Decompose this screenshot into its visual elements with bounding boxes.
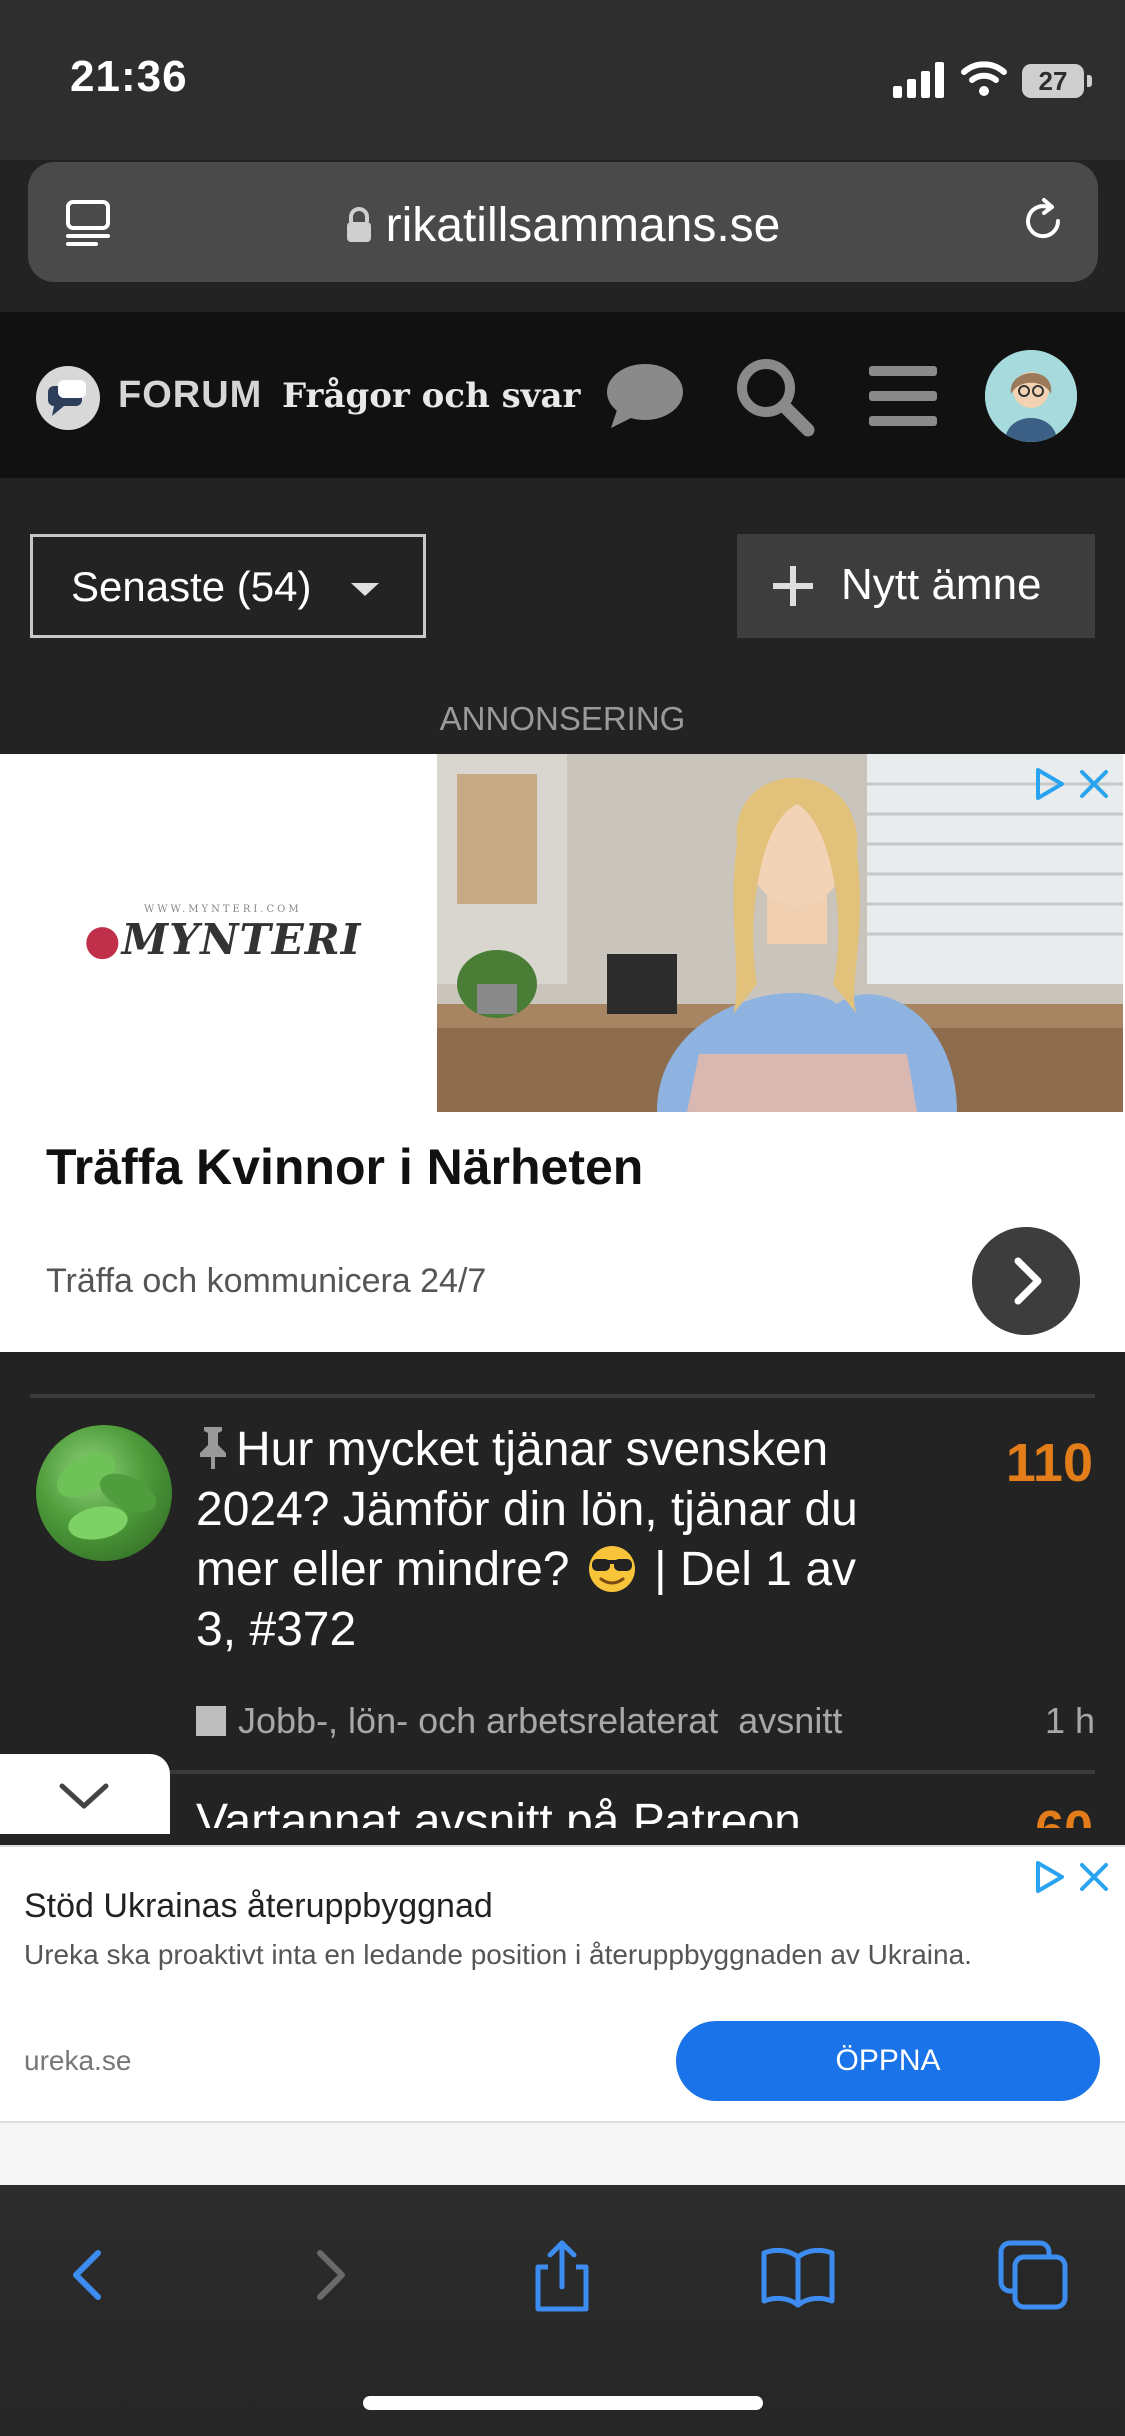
ad-description: Ureka ska proaktivt inta en ledande posi… [24,1939,972,1970]
collapse-ad-button[interactable] [0,1754,170,1834]
ad-brand-url: WWW.MYNTERI.COM [144,904,302,915]
bookmarks-icon[interactable] [758,2235,838,2315]
chevron-right-icon[interactable] [972,1227,1080,1335]
ad-title[interactable]: Stöd Ukrainas återuppbyggnad [24,1887,493,1926]
forum-subtitle[interactable]: Frågor och svar [282,376,580,416]
pin-icon [200,1427,226,1469]
search-icon[interactable] [732,354,816,438]
adchoices-icon[interactable] [1030,1857,1120,1897]
ad-photo[interactable] [437,754,1123,1112]
ad-subtitle: Träffa och kommunicera 24/7 [46,1262,487,1300]
ad-brand-logo: WWW.MYNTERI.COM ●MYNTERI [84,904,362,964]
home-indicator[interactable] [363,2396,763,2410]
back-icon[interactable] [48,2235,128,2315]
cellular-signal-icon [893,62,945,98]
ad-open-button[interactable]: ÖPPNA [676,2021,1100,2101]
topic-tag[interactable]: avsnitt [738,1700,842,1741]
screen: { "status_bar": {"time": "21:36", "batte… [0,0,1125,2436]
menu-icon[interactable] [861,354,945,438]
user-avatar[interactable] [985,350,1077,442]
tabs-icon[interactable] [993,2235,1073,2315]
chat-icon[interactable] [603,354,687,438]
divider [30,1770,1095,1774]
status-bar: 21:36 27 [0,0,1125,160]
plus-icon [773,566,813,606]
topic-title-link[interactable]: Hur mycket tjänar svensken 2024? Jämför … [196,1420,896,1660]
url-text: rikatillsammans.se [385,199,781,252]
category-badge-icon [196,1706,226,1736]
page-bottom-strip [0,2123,1125,2185]
forum-header: FORUM Frågor och svar [0,312,1125,478]
address-bar[interactable]: rikatillsammans.se [28,162,1098,282]
chevron-down-icon [351,583,379,596]
divider [30,1394,1095,1398]
topic-activity-time[interactable]: 1 h [1045,1700,1095,1742]
reply-count[interactable]: 60 [1035,1800,1093,1828]
new-topic-button[interactable]: Nytt ämne [737,534,1095,638]
reload-icon[interactable] [1018,196,1068,246]
ad-banner-mynteri[interactable]: WWW.MYNTERI.COM ●MYNTERI Träffa Kvinnor … [0,754,1125,1352]
battery-indicator: 27 [1022,64,1092,98]
forum-logo[interactable] [36,366,100,430]
lock-icon [346,207,371,242]
new-topic-label: Nytt ämne [841,560,1042,609]
topic-meta: Jobb-, lön- och arbetsrelaterat avsnitt [196,1700,842,1742]
clock: 21:36 [70,52,188,101]
adchoices-icon[interactable] [1030,764,1120,804]
ad-brand: MYNTERI [121,915,362,964]
ad-label: ANNONSERING [439,700,686,737]
reply-count[interactable]: 110 [1006,1432,1093,1494]
wifi-icon [961,61,1007,96]
topic-category[interactable]: Jobb-, lön- och arbetsrelaterat [238,1700,718,1741]
topic-title-link[interactable]: Vartannat avsnitt på Patreon [196,1794,801,1828]
share-icon[interactable] [522,2235,602,2315]
sunglasses-emoji-icon [588,1546,635,1592]
forum-label[interactable]: FORUM [118,374,262,417]
filter-label: Senaste (54) [71,563,312,610]
topic-filter-dropdown[interactable]: Senaste (54) [30,534,426,638]
forward-icon[interactable] [290,2235,370,2315]
ad-banner-ureka[interactable]: Stöd Ukrainas återuppbyggnad Ureka ska p… [0,1845,1125,2123]
topic-avatar[interactable] [36,1425,172,1561]
url-display[interactable]: rikatillsammans.se [28,198,1098,253]
ad-domain: ureka.se [24,2045,132,2076]
ad-title[interactable]: Träffa Kvinnor i Närheten [46,1138,643,1196]
